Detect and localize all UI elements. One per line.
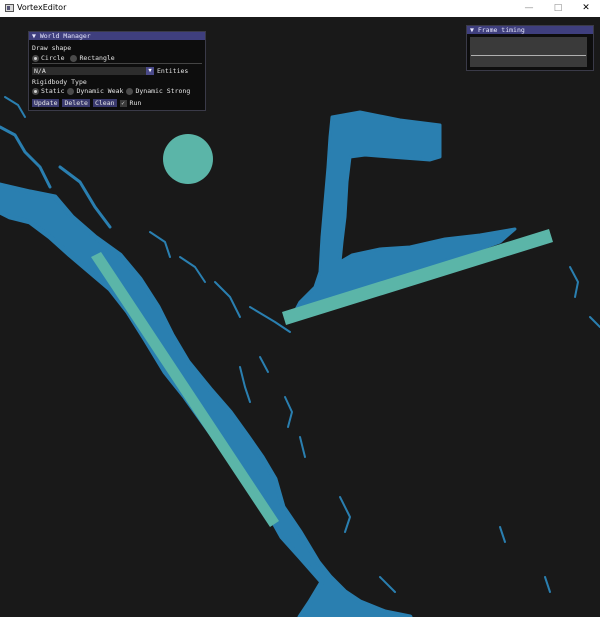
world-manager-title: World Manager xyxy=(39,32,91,40)
delete-button[interactable]: Delete xyxy=(62,99,90,107)
minimize-button[interactable]: — xyxy=(514,0,544,17)
entities-label: Entities xyxy=(157,67,189,75)
world-manager-header[interactable]: ▼ World Manager xyxy=(29,32,205,40)
frame-timing-panel[interactable]: ▼ Frame timing xyxy=(466,25,594,71)
circle-radio-label: Circle xyxy=(41,54,65,62)
chevron-down-icon[interactable]: ▼ xyxy=(146,67,154,75)
frame-timing-title: Frame timing xyxy=(477,26,525,34)
close-button[interactable]: ✕ xyxy=(571,0,600,17)
title-bar: VortexEditor — □ ✕ xyxy=(0,0,600,17)
frame-timing-line xyxy=(471,55,586,56)
update-button[interactable]: Update xyxy=(32,99,60,107)
dynamic-strong-radio[interactable] xyxy=(126,87,134,95)
shape-radio-group: Circle Rectangle xyxy=(32,54,115,62)
static-radio[interactable] xyxy=(32,87,39,95)
window-title: VortexEditor xyxy=(17,3,67,12)
collapse-arrow-icon[interactable]: ▼ xyxy=(470,26,478,34)
dynamic-weak-radio[interactable] xyxy=(67,87,75,95)
rectangle-radio-label: Rectangle xyxy=(79,54,115,62)
run-checkbox-label: Run xyxy=(129,99,142,107)
run-checkbox[interactable]: ✓ xyxy=(119,99,127,107)
entities-row: N/A ▼ Entities xyxy=(32,67,188,75)
static-radio-label: Static xyxy=(41,87,65,95)
app-icon xyxy=(5,4,14,12)
frame-timing-header[interactable]: ▼ Frame timing xyxy=(467,26,593,34)
rigidbody-type-label: Rigidbody Type xyxy=(32,78,87,86)
static-bar-left[interactable] xyxy=(91,252,279,527)
dynamic-strong-radio-label: Dynamic Strong xyxy=(135,87,191,95)
entities-combo[interactable]: N/A ▼ xyxy=(32,67,154,75)
simulation-viewport[interactable]: ▼ World Manager Draw shape Circle Rectan… xyxy=(0,17,600,617)
clean-button[interactable]: Clean xyxy=(92,99,117,107)
rectangle-radio[interactable] xyxy=(70,54,78,62)
draw-shape-row: Draw shape xyxy=(32,44,71,52)
circle-radio[interactable] xyxy=(32,54,39,62)
separator xyxy=(32,63,202,64)
circle-body[interactable] xyxy=(163,134,213,184)
entities-combo-value: N/A xyxy=(34,67,46,75)
rigidbody-radio-group: Static Dynamic Weak Dynamic Strong xyxy=(32,87,190,95)
action-row: Update Delete Clean ✓ Run xyxy=(32,99,141,107)
rigidbody-row: Rigidbody Type xyxy=(32,78,87,86)
world-manager-panel[interactable]: ▼ World Manager Draw shape Circle Rectan… xyxy=(28,31,206,111)
fluid-particles xyxy=(0,96,600,617)
dynamic-weak-radio-label: Dynamic Weak xyxy=(76,87,124,95)
maximize-button[interactable]: □ xyxy=(543,0,573,17)
collapse-arrow-icon[interactable]: ▼ xyxy=(32,32,40,40)
draw-shape-label: Draw shape xyxy=(32,44,72,52)
frame-timing-plot xyxy=(470,37,587,67)
